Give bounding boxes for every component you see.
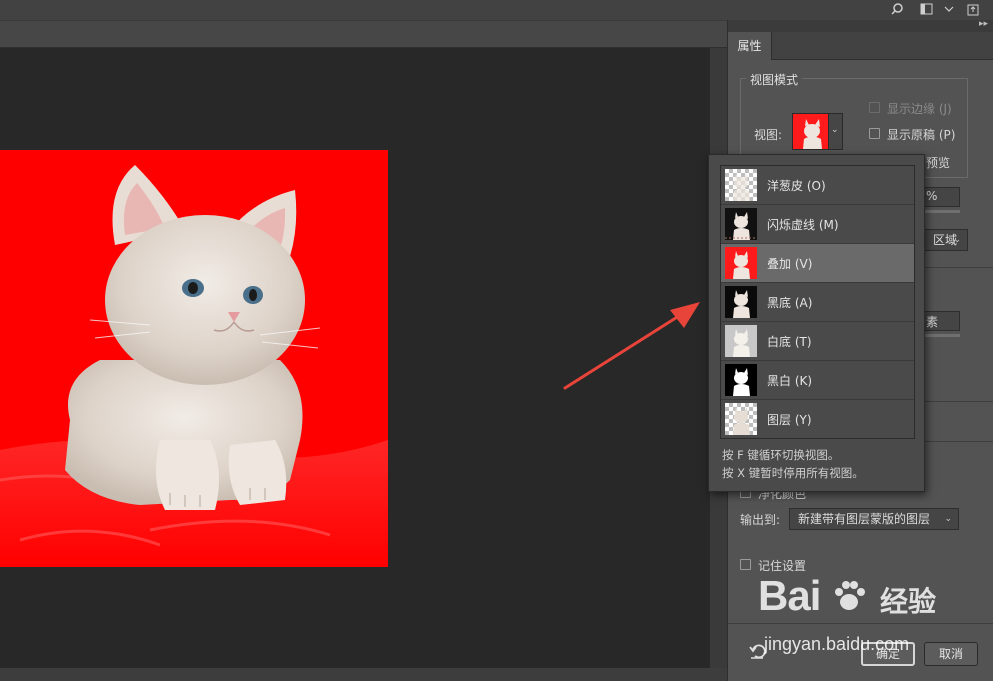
panel-header: ▸▸ — [728, 19, 993, 32]
view-mode-list: 洋葱皮 (O) 闪烁虚线 (M) 叠加 (V) 黑底 (A) 白底 (T) 黑白… — [720, 165, 915, 439]
show-edge-checkbox[interactable] — [869, 102, 880, 113]
view-mode-popup: 洋葱皮 (O) 闪烁虚线 (M) 叠加 (V) 黑底 (A) 白底 (T) 黑白… — [708, 154, 925, 492]
view-thumbnail[interactable] — [792, 113, 829, 150]
region-select[interactable]: 区域 ⌄ — [924, 229, 968, 251]
view-option-marching-ants[interactable]: 闪烁虚线 (M) — [721, 205, 914, 244]
view-option-label: 黑底 (A) — [767, 296, 813, 310]
output-to-label: 输出到: — [740, 513, 781, 527]
chevron-down-icon: ⌄ — [944, 514, 952, 524]
popup-hint-disable: 按 X 键暂时停用所有视图。 — [722, 466, 864, 480]
watermark-cn: 经验 — [880, 585, 937, 618]
watermark-brand: Bai — [758, 572, 867, 620]
on-white-thumbnail — [725, 325, 757, 357]
workspace-icon[interactable] — [920, 2, 934, 16]
view-option-label: 图层 (Y) — [767, 413, 812, 427]
kitten-image-overlay[interactable] — [0, 150, 388, 567]
app-topbar — [0, 0, 993, 20]
view-option-layers[interactable]: 图层 (Y) — [721, 400, 914, 439]
watermark-brand-text: Bai — [758, 572, 821, 619]
high-quality-preview-label: 预览 — [926, 156, 951, 170]
chevron-down-icon: ⌄ — [953, 235, 961, 245]
document-tab-strip — [0, 20, 727, 48]
show-original-checkbox[interactable] — [869, 128, 880, 139]
transparency-slider[interactable] — [924, 210, 960, 213]
show-original-label: 显示原稿 (P) — [887, 128, 956, 142]
view-mode-title: 视图模式 — [746, 71, 803, 88]
remember-settings-checkbox[interactable] — [740, 559, 751, 570]
black-white-thumbnail — [725, 364, 757, 396]
kitten-illustration — [0, 150, 388, 567]
overlay-thumbnail — [725, 247, 757, 279]
view-label: 视图: — [754, 128, 783, 142]
view-option-on-white[interactable]: 白底 (T) — [721, 322, 914, 361]
chevron-down-icon: ⌄ — [831, 125, 839, 135]
pixel-label: 素 — [926, 315, 939, 329]
view-option-overlay[interactable]: 叠加 (V) — [721, 244, 914, 283]
view-option-on-black[interactable]: 黑底 (A) — [721, 283, 914, 322]
watermark-url: jingyan.baidu.com — [764, 634, 910, 654]
show-edge-label: 显示边缘 (J) — [887, 102, 952, 116]
paw-icon — [835, 581, 866, 610]
view-option-label: 黑白 (K) — [767, 374, 813, 388]
view-option-label: 叠加 (V) — [767, 257, 813, 271]
view-option-label: 闪烁虚线 (M) — [767, 218, 839, 232]
percent-label: % — [926, 189, 938, 203]
output-to-select[interactable]: 新建带有图层蒙版的图层 ⌄ — [789, 508, 959, 530]
baidu-jingyan-watermark: Bai 经验 jingyan.baidu.com — [758, 572, 988, 662]
radius-slider[interactable] — [924, 334, 960, 337]
marching-ants-thumbnail — [725, 208, 757, 240]
popup-hint-cycle: 按 F 键循环切换视图。 — [722, 448, 840, 462]
share-icon[interactable] — [966, 2, 980, 16]
search-icon[interactable] — [890, 2, 904, 16]
output-to-value: 新建带有图层蒙版的图层 — [798, 512, 931, 526]
horizontal-scrollbar[interactable] — [0, 668, 727, 681]
onion-skin-thumbnail — [725, 169, 757, 201]
annotation-arrow — [563, 302, 700, 390]
layers-thumbnail — [725, 403, 757, 435]
view-dropdown-toggle[interactable]: ⌄ — [829, 113, 843, 150]
panel-tabbar: 属性 — [728, 32, 993, 60]
view-option-label: 白底 (T) — [767, 335, 812, 349]
view-option-onion-skin[interactable]: 洋葱皮 (O) — [721, 166, 914, 205]
on-black-thumbnail — [725, 286, 757, 318]
view-option-label: 洋葱皮 (O) — [767, 179, 826, 193]
tab-properties[interactable]: 属性 — [728, 32, 772, 60]
view-option-black-white[interactable]: 黑白 (K) — [721, 361, 914, 400]
chevron-down-icon[interactable] — [942, 2, 956, 16]
collapse-panel-icon[interactable]: ▸▸ — [979, 19, 988, 29]
